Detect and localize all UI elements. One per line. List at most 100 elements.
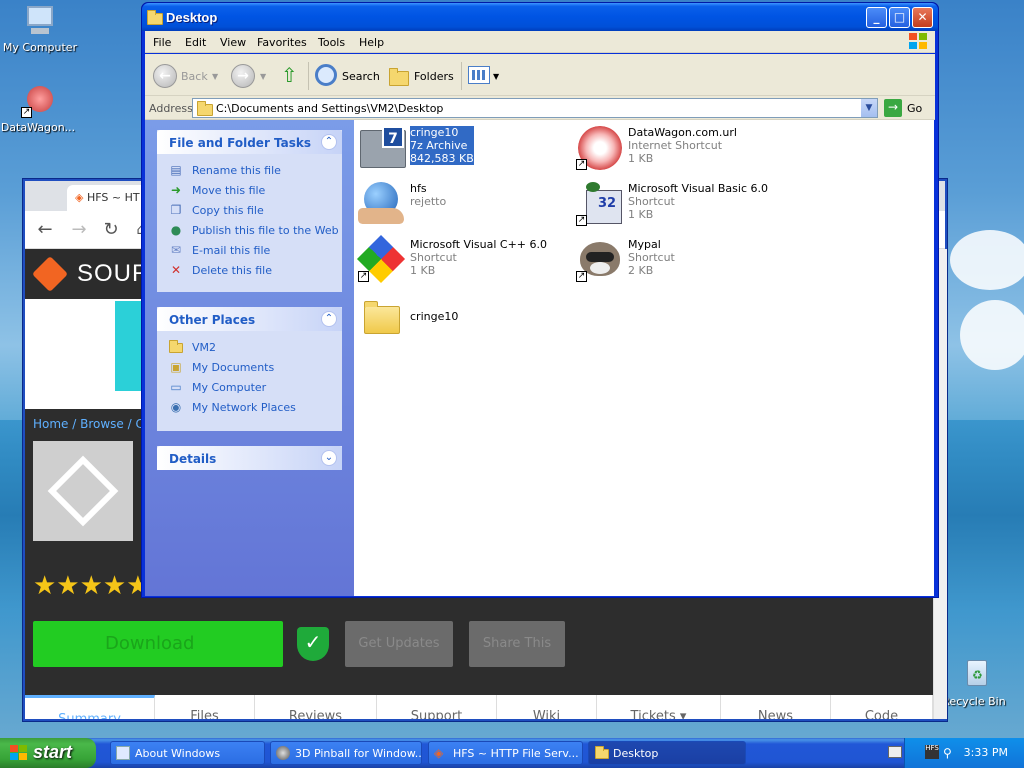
folders-icon[interactable] (389, 68, 409, 86)
tab-files[interactable]: Files (155, 695, 255, 719)
collapse-chevron-icon[interactable]: ⌃ (321, 134, 337, 150)
menu-favorites[interactable]: Favorites (257, 36, 307, 49)
menu-edit[interactable]: Edit (185, 36, 206, 49)
go-arrow-icon[interactable]: → (884, 99, 902, 117)
menu-tools[interactable]: Tools (318, 36, 345, 49)
back-arrow-icon[interactable]: ← (153, 64, 177, 88)
folder-icon (197, 101, 213, 116)
address-dropdown-icon[interactable]: ▼ (861, 99, 877, 117)
windows-logo-icon (10, 745, 28, 761)
explorer-window[interactable]: Desktop _ □ ✕ File Edit View Favorites T… (141, 2, 939, 598)
task-label[interactable]: Publish this file to the Web (192, 224, 339, 237)
go-button-label[interactable]: Go (907, 102, 922, 115)
close-button[interactable]: ✕ (912, 7, 933, 28)
maximize-button[interactable]: □ (889, 7, 910, 28)
windows-flag-icon (909, 33, 929, 50)
tab-reviews[interactable]: Reviews (255, 695, 377, 719)
back-button-label[interactable]: Back (181, 70, 208, 83)
file-item[interactable]: ↗ DataWagon.com.url Internet Shortcut 1 … (576, 126, 796, 178)
task-rename[interactable]: ▤ Rename this file (157, 160, 342, 180)
taskbar-item-about-windows[interactable]: About Windows (110, 741, 265, 765)
menu-view[interactable]: View (220, 36, 246, 49)
tab-news[interactable]: News (721, 695, 831, 719)
place-vm2[interactable]: VM2 (157, 337, 342, 357)
place-label[interactable]: My Documents (192, 361, 274, 374)
address-input[interactable]: C:\Documents and Settings\VM2\Desktop ▼ (192, 98, 878, 118)
desktop-icon-datawagon[interactable]: ↗ DataWagon... (0, 84, 76, 134)
panel-header[interactable]: File and Folder Tasks ⌃ (157, 130, 342, 154)
place-network[interactable]: ◉ My Network Places (157, 397, 342, 417)
search-button-label[interactable]: Search (342, 70, 380, 83)
file-type: Shortcut (628, 195, 675, 208)
task-label[interactable]: Copy this file (192, 204, 264, 217)
breadcrumb[interactable]: Home / Browse / Co (33, 417, 151, 431)
place-label[interactable]: VM2 (192, 341, 216, 354)
forward-arrow-icon[interactable]: → (231, 64, 255, 88)
download-button[interactable]: Download (33, 621, 283, 667)
share-button[interactable]: Share This (469, 621, 565, 667)
network-tray-icon[interactable]: ⚲ (943, 746, 952, 760)
menu-file[interactable]: File (153, 36, 171, 49)
clock[interactable]: 3:33 PM (964, 746, 1008, 759)
task-label[interactable]: Rename this file (192, 164, 281, 177)
taskbar-item-desktop[interactable]: Desktop (588, 741, 746, 765)
datawagon-icon: ↗ (21, 84, 55, 118)
tab-code[interactable]: Code (831, 695, 933, 719)
expand-chevron-icon[interactable]: ⌄ (321, 450, 337, 466)
file-item[interactable]: ↗ Microsoft Visual C++ 6.0 Shortcut 1 KB (356, 234, 558, 290)
file-item[interactable]: hfs rejetto (358, 182, 558, 234)
file-text: Microsoft Visual C++ 6.0 Shortcut 1 KB (410, 238, 547, 277)
panel-header[interactable]: Other Places ⌃ (157, 307, 342, 331)
desktop-icon-my-computer[interactable]: My Computer (2, 4, 78, 54)
download-button-label: Download (105, 633, 195, 654)
task-delete[interactable]: ✕ Delete this file (157, 260, 342, 280)
browser-forward-icon[interactable]: → (67, 219, 91, 243)
views-dropdown-icon[interactable]: ▼ (493, 72, 499, 81)
hfs-tray-icon[interactable]: HFS (925, 745, 939, 759)
start-button[interactable]: start (0, 738, 96, 768)
start-label: start (33, 742, 73, 762)
file-text: cringe10 7z Archive 842,583 KB (410, 126, 474, 165)
back-dropdown-icon[interactable]: ▼ (212, 72, 218, 81)
menu-help[interactable]: Help (359, 36, 384, 49)
project-tabs: Summary Files Reviews Support Wiki Ticke… (25, 695, 945, 719)
task-label[interactable]: Move this file (192, 184, 265, 197)
tab-summary[interactable]: Summary (25, 695, 155, 719)
task-email[interactable]: ✉ E-mail this file (157, 240, 342, 260)
task-label[interactable]: E-mail this file (192, 244, 270, 257)
get-updates-button[interactable]: Get Updates (345, 621, 453, 667)
tab-wiki[interactable]: Wiki (497, 695, 597, 719)
place-label[interactable]: My Computer (192, 381, 266, 394)
system-tray: HFS ⚲ 3:33 PM (904, 738, 1024, 768)
browser-back-icon[interactable]: ← (33, 219, 57, 243)
folders-button-label[interactable]: Folders (414, 70, 454, 83)
collapse-chevron-icon[interactable]: ⌃ (321, 311, 337, 327)
file-item[interactable]: 32 ↗ Microsoft Visual Basic 6.0 Shortcut… (576, 182, 796, 234)
keyboard-icon[interactable] (888, 746, 902, 758)
forward-dropdown-icon[interactable]: ▼ (260, 72, 266, 81)
tab-tickets[interactable]: Tickets ▾ (597, 695, 721, 719)
task-move[interactable]: ➜ Move this file (157, 180, 342, 200)
task-copy[interactable]: ❐ Copy this file (157, 200, 342, 220)
taskbar-item-pinball[interactable]: 3D Pinball for Window... (270, 741, 422, 765)
folder-item[interactable]: cringe10 (358, 294, 558, 346)
place-my-computer[interactable]: ▭ My Computer (157, 377, 342, 397)
views-icon[interactable] (468, 66, 490, 84)
panel-header[interactable]: Details ⌄ (157, 446, 342, 470)
tab-support[interactable]: Support (377, 695, 497, 719)
taskbar-item-hfs[interactable]: ◈ HFS ~ HTTP File Serv... (428, 741, 583, 765)
up-folder-icon[interactable]: ⇧ (281, 64, 303, 86)
title-bar[interactable]: Desktop _ □ ✕ (142, 3, 938, 31)
browser-reload-icon[interactable]: ↻ (99, 219, 123, 243)
shortcut-arrow-icon: ↗ (21, 107, 32, 118)
task-label[interactable]: Delete this file (192, 264, 272, 277)
search-icon[interactable] (315, 64, 337, 86)
place-label[interactable]: My Network Places (192, 401, 296, 414)
file-item[interactable]: 7 cringe10 7z Archive 842,583 KB (358, 126, 558, 178)
minimize-button[interactable]: _ (866, 7, 887, 28)
place-my-documents[interactable]: ▣ My Documents (157, 357, 342, 377)
task-publish[interactable]: ● Publish this file to the Web (157, 220, 342, 240)
file-item[interactable]: ↗ Mypal Shortcut 2 KB (576, 238, 796, 290)
globe-icon: ● (170, 223, 182, 237)
file-name: hfs (410, 182, 427, 195)
